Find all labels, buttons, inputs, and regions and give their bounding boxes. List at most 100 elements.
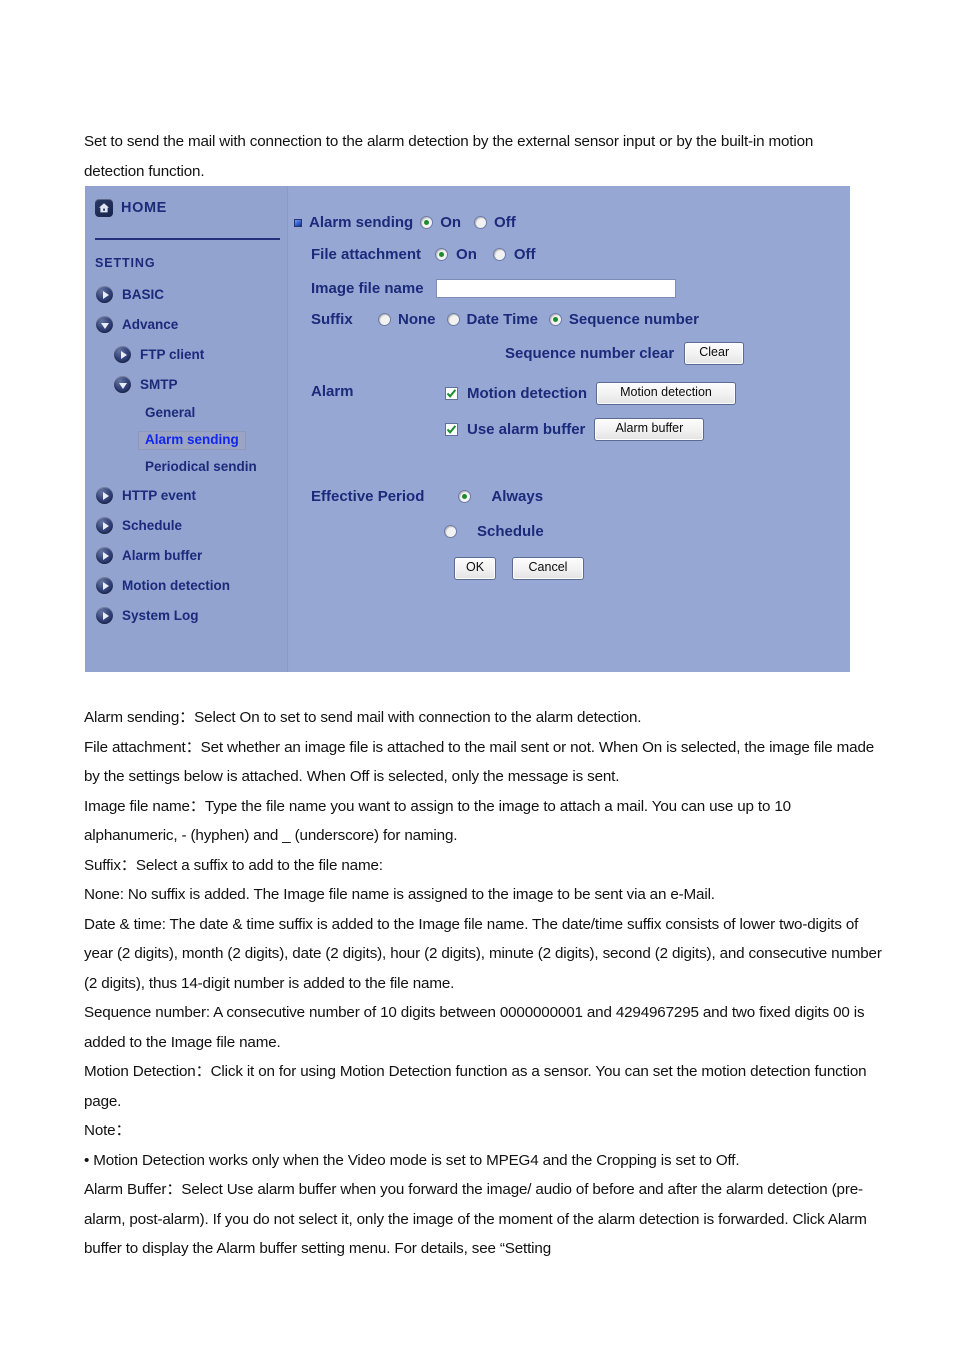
sidebar-item-label: Advance bbox=[122, 316, 179, 332]
sidebar-divider bbox=[95, 238, 280, 240]
suffix-row: Suffix None Date Time Sequence number bbox=[311, 311, 699, 328]
triangle-right-icon bbox=[96, 517, 113, 534]
description-paragraph: Alarm Buffer：Select Use alarm buffer whe… bbox=[84, 1181, 867, 1257]
triangle-right-icon bbox=[96, 577, 113, 594]
description-paragraph: Note： bbox=[84, 1122, 131, 1139]
motion-detection-row: Motion detection Motion detection bbox=[445, 382, 736, 405]
suffix-date-time-radio[interactable] bbox=[446, 313, 460, 326]
triangle-right-icon bbox=[96, 286, 113, 303]
motion-detection-checkbox[interactable] bbox=[445, 386, 458, 400]
effective-period-label: Effective Period bbox=[311, 488, 425, 505]
effective-period-schedule-radio[interactable] bbox=[444, 525, 457, 538]
effective-period-always-radio[interactable] bbox=[458, 490, 472, 503]
description-block: Alarm sending：Select On to set to send m… bbox=[84, 703, 884, 1264]
sidebar-item-label: HTTP event bbox=[122, 487, 197, 503]
sidebar-item-label: BASIC bbox=[122, 286, 165, 302]
sidebar-item-label: FTP client bbox=[140, 346, 205, 362]
motion-detection-button[interactable]: Motion detection bbox=[596, 382, 736, 405]
sidebar-item-label: Alarm sending bbox=[145, 432, 239, 447]
sequence-number-clear-row: Sequence number clear Clear bbox=[505, 342, 745, 365]
sidebar-item-alarm-sending[interactable]: Alarm sending bbox=[139, 432, 245, 449]
sequence-number-clear-label: Sequence number clear bbox=[505, 344, 675, 362]
suffix-none-label: None bbox=[398, 311, 436, 328]
home-icon bbox=[95, 199, 113, 217]
sidebar-item-label: SMTP bbox=[140, 376, 178, 392]
description-paragraph: Motion Detection：Click it on for using M… bbox=[84, 1063, 867, 1110]
sidebar-item-label: General bbox=[145, 405, 196, 420]
sidebar-item-label: Alarm buffer bbox=[122, 547, 203, 563]
sidebar-item-advance[interactable]: Advance bbox=[96, 316, 178, 333]
file-attachment-off-label: Off bbox=[513, 246, 536, 263]
sidebar-section-setting: SETTING bbox=[95, 256, 156, 270]
description-paragraph: Alarm sending：Select On to set to send m… bbox=[84, 709, 642, 726]
sidebar-item-periodical-sending[interactable]: Periodical sendin bbox=[145, 460, 257, 474]
triangle-right-icon bbox=[96, 487, 113, 504]
alarm-label: Alarm bbox=[311, 383, 354, 400]
suffix-none-radio[interactable] bbox=[378, 313, 391, 326]
sidebar-item-schedule[interactable]: Schedule bbox=[96, 517, 182, 534]
file-attachment-row: File attachment On Off bbox=[311, 246, 536, 263]
description-paragraph: Image file name：Type the file name you w… bbox=[84, 797, 791, 845]
alarm-sending-row: Alarm sending On Off bbox=[294, 214, 516, 231]
sidebar-item-label: System Log bbox=[122, 607, 199, 623]
alarm-sending-on-radio[interactable] bbox=[420, 216, 434, 229]
ok-button[interactable]: OK bbox=[454, 557, 496, 580]
sidebar-item-home[interactable]: HOME bbox=[95, 199, 167, 217]
sidebar-item-ftp-client[interactable]: FTP client bbox=[114, 346, 204, 363]
description-paragraph: Date & time: The date & time suffix is a… bbox=[84, 915, 882, 992]
sidebar-item-smtp[interactable]: SMTP bbox=[114, 376, 178, 393]
alarm-sending-off-radio[interactable] bbox=[474, 216, 488, 229]
home-label: HOME bbox=[121, 200, 167, 216]
sidebar-item-general[interactable]: General bbox=[145, 406, 195, 420]
effective-period-always-label: Always bbox=[491, 488, 544, 505]
alarm-buffer-button[interactable]: Alarm buffer bbox=[594, 418, 705, 441]
description-paragraph: • Motion Detection works only when the V… bbox=[84, 1151, 740, 1169]
sidebar-item-label: Motion detection bbox=[122, 577, 230, 593]
clear-button[interactable]: Clear bbox=[684, 342, 745, 365]
sidebar-item-label: Periodical sendin bbox=[145, 459, 257, 474]
triangle-down-icon bbox=[96, 316, 113, 333]
sidebar-item-motion-detection[interactable]: Motion detection bbox=[96, 577, 230, 594]
sidebar-item-alarm-buffer[interactable]: Alarm buffer bbox=[96, 547, 202, 564]
image-file-name-row: Image file name bbox=[311, 279, 676, 298]
effective-period-schedule-row: Schedule bbox=[444, 523, 544, 540]
suffix-date-time-label: Date Time bbox=[466, 311, 538, 328]
cancel-button[interactable]: Cancel bbox=[512, 557, 584, 580]
triangle-right-icon bbox=[114, 346, 131, 363]
form-actions: OK Cancel bbox=[454, 557, 584, 580]
suffix-sequence-number-label: Sequence number bbox=[568, 311, 699, 328]
camera-settings-screenshot: HOME SETTING BASIC Advance FTP client SM… bbox=[85, 186, 850, 672]
suffix-sequence-number-radio[interactable] bbox=[548, 313, 562, 326]
settings-sidebar: HOME SETTING BASIC Advance FTP client SM… bbox=[85, 186, 288, 672]
image-file-name-label: Image file name bbox=[311, 280, 424, 297]
effective-period-schedule-label: Schedule bbox=[477, 523, 544, 540]
alarm-label-row: Alarm bbox=[311, 383, 354, 400]
description-paragraph: File attachment：Set whether an image fil… bbox=[84, 738, 875, 786]
use-alarm-buffer-label: Use alarm buffer bbox=[467, 420, 586, 438]
sidebar-item-label: Schedule bbox=[122, 517, 183, 533]
description-paragraph: None: No suffix is added. The Image file… bbox=[84, 886, 715, 903]
use-alarm-buffer-checkbox[interactable] bbox=[445, 422, 458, 436]
image-file-name-input[interactable] bbox=[435, 279, 676, 298]
motion-detection-checkbox-label: Motion detection bbox=[467, 384, 587, 402]
alarm-sending-label: Alarm sending bbox=[309, 214, 414, 231]
description-paragraph: Suffix：Select a suffix to add to the fil… bbox=[84, 856, 383, 874]
description-paragraph: Sequence number: A consecutive number of… bbox=[84, 1004, 865, 1051]
alarm-sending-on-label: On bbox=[440, 214, 462, 231]
sidebar-item-system-log[interactable]: System Log bbox=[96, 607, 199, 624]
intro-paragraph: Set to send the mail with connection to … bbox=[84, 127, 874, 186]
file-attachment-off-radio[interactable] bbox=[492, 248, 506, 261]
sidebar-item-basic[interactable]: BASIC bbox=[96, 286, 164, 303]
triangle-right-icon bbox=[96, 607, 113, 624]
file-attachment-label: File attachment bbox=[311, 246, 422, 263]
triangle-right-icon bbox=[96, 547, 113, 564]
effective-period-row: Effective Period Always bbox=[311, 488, 543, 505]
file-attachment-on-label: On bbox=[456, 246, 477, 263]
intro-text: Set to send the mail with connection to … bbox=[84, 133, 814, 180]
alarm-sending-off-label: Off bbox=[494, 214, 516, 231]
square-bullet-icon bbox=[294, 218, 302, 227]
use-alarm-buffer-row: Use alarm buffer Alarm buffer bbox=[445, 418, 705, 441]
file-attachment-on-radio[interactable] bbox=[435, 248, 449, 261]
sidebar-item-http-event[interactable]: HTTP event bbox=[96, 487, 196, 504]
triangle-down-icon bbox=[114, 376, 131, 393]
